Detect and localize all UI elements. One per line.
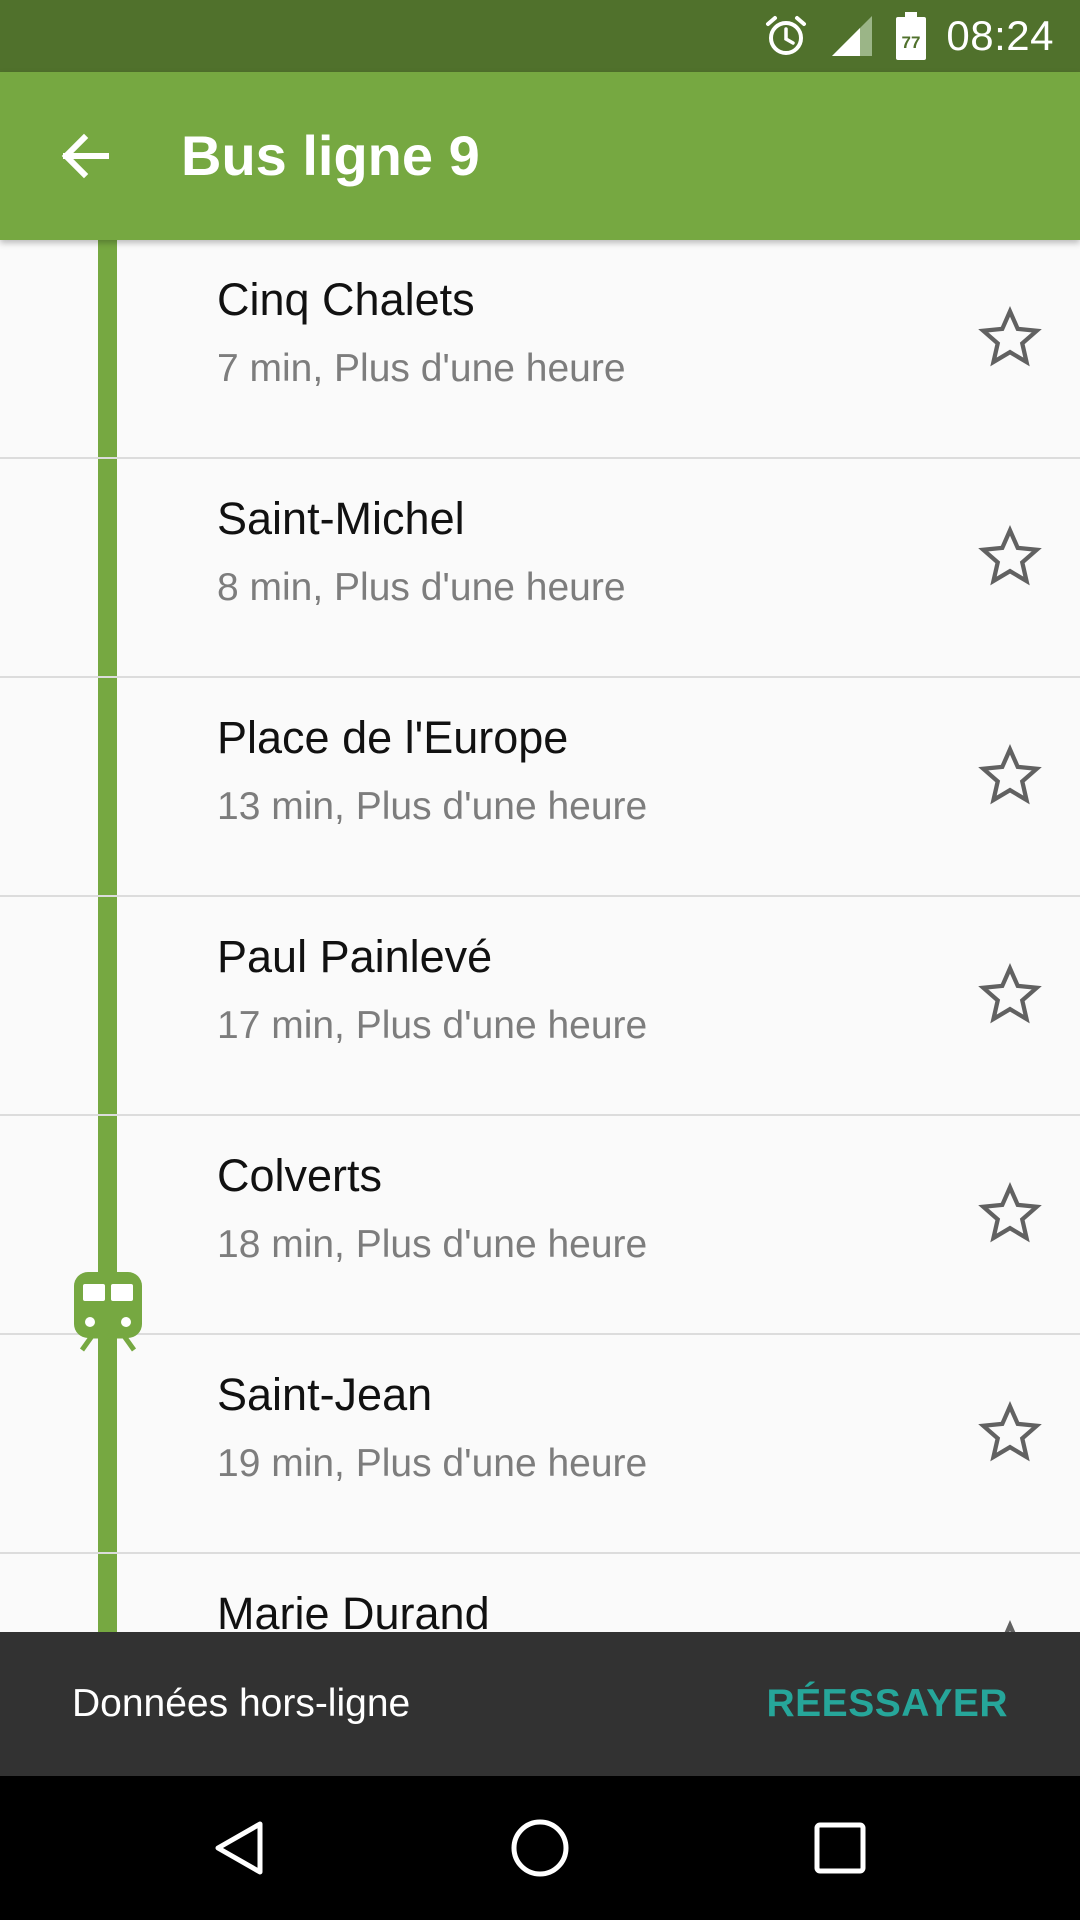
recents-square-icon [814, 1822, 866, 1874]
star-icon [1004, 1620, 1016, 1632]
stop-name: Saint-Jean [217, 1369, 433, 1420]
favorite-button[interactable] [970, 955, 1050, 1035]
star-icon [978, 1401, 1042, 1462]
snackbar-message: Données hors-ligne [72, 1682, 411, 1725]
stop-name: Colverts [217, 1150, 383, 1201]
app-bar: Bus ligne 9 [0, 72, 1080, 240]
list-item[interactable]: Paul Painlevé 17 min, Plus d'une heure [0, 897, 1080, 1116]
favorite-button[interactable] [970, 298, 1050, 378]
stop-name: Cinq Chalets [217, 274, 475, 325]
list-item[interactable]: Saint-Jean 19 min, Plus d'une heure [0, 1335, 1080, 1554]
train-icon [74, 1272, 142, 1352]
stop-times: 18 min, Plus d'une heure [217, 1223, 648, 1266]
page-title: Bus ligne 9 [181, 124, 480, 187]
star-icon [978, 963, 1042, 1024]
list-item[interactable]: Colverts 18 min, Plus d'une heure [0, 1116, 1080, 1335]
favorite-button[interactable] [970, 1174, 1050, 1254]
star-icon [978, 744, 1042, 805]
star-icon [978, 306, 1042, 367]
signal-icon [830, 14, 874, 58]
favorite-button[interactable] [970, 1393, 1050, 1473]
alarm-icon [764, 14, 808, 58]
stop-name: Place de l'Europe [217, 712, 569, 763]
star-icon [978, 1182, 1042, 1243]
nav-home-button[interactable] [490, 1798, 590, 1898]
battery-icon: 77 [896, 12, 927, 60]
navigation-bar [0, 1776, 1080, 1920]
status-bar: 77 08:24 [0, 0, 1080, 72]
stop-times: 8 min, Plus d'une heure [217, 566, 626, 609]
clock: 08:24 [946, 12, 1054, 59]
stop-times: 13 min, Plus d'une heure [217, 785, 648, 828]
star-icon [978, 525, 1042, 586]
snackbar: Données hors-ligne RÉESSAYER [0, 1632, 1080, 1776]
list-item[interactable]: Place de l'Europe 13 min, Plus d'une heu… [0, 678, 1080, 897]
favorite-button[interactable] [970, 1612, 1050, 1632]
back-triangle-icon [215, 1821, 263, 1875]
bus-position-marker [72, 1270, 144, 1352]
nav-recents-button[interactable] [790, 1798, 890, 1898]
svg-text:77: 77 [902, 33, 921, 52]
arrow-left-icon [61, 133, 109, 179]
stop-name: Saint-Michel [217, 493, 465, 544]
list-item[interactable]: Cinq Chalets 7 min, Plus d'une heure [0, 240, 1080, 459]
stop-name: Marie Durand [217, 1588, 490, 1632]
back-button[interactable] [44, 116, 124, 196]
stop-times: 7 min, Plus d'une heure [217, 347, 626, 390]
home-circle-icon [511, 1819, 569, 1877]
favorite-button[interactable] [970, 736, 1050, 816]
favorite-button[interactable] [970, 517, 1050, 597]
stop-times: 19 min, Plus d'une heure [217, 1442, 648, 1485]
nav-back-button[interactable] [190, 1798, 290, 1898]
stop-times: 17 min, Plus d'une heure [217, 1004, 648, 1047]
stop-list[interactable]: Cinq Chalets 7 min, Plus d'une heure Sai… [0, 240, 1080, 1632]
stop-name: Paul Painlevé [217, 931, 493, 982]
list-item[interactable]: Marie Durand [0, 1554, 1080, 1632]
list-item[interactable]: Saint-Michel 8 min, Plus d'une heure [0, 459, 1080, 678]
retry-button[interactable]: RÉESSAYER [767, 1678, 1009, 1730]
